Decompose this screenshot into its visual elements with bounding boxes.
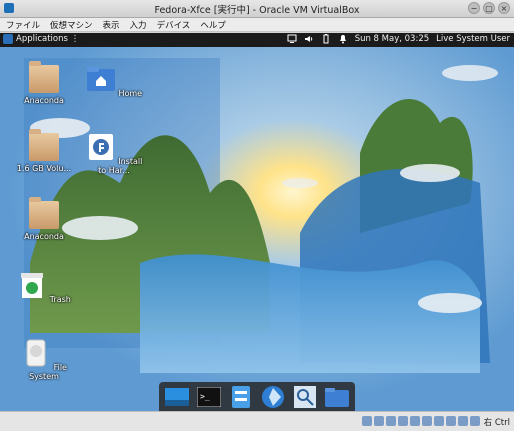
desktop-icon-anaconda-2[interactable]: Anaconda [13, 197, 75, 241]
desktop-icon-label: Anaconda [24, 96, 64, 105]
close-button[interactable]: × [498, 2, 510, 14]
system-tray: Sun 8 May, 03:25 Live System User [287, 34, 510, 44]
recording-indicator-icon[interactable] [446, 416, 456, 426]
guest-display[interactable]: Applications ⋮ Sun 8 May, 03:25 Live Sys… [0, 33, 514, 411]
web-browser-icon [262, 386, 284, 408]
panel-clock[interactable]: Sun 8 May, 03:25 [355, 34, 429, 44]
fedora-install-icon [88, 134, 113, 160]
applications-label: Applications ⋮ [16, 34, 80, 44]
trash-icon [21, 273, 44, 298]
maximize-button[interactable]: ▢ [483, 2, 495, 14]
home-folder-icon [86, 67, 115, 91]
file-manager-button[interactable] [227, 385, 255, 409]
desktop-wallpaper [0, 33, 514, 411]
desktop-icon-filesystem[interactable]: File System [13, 339, 75, 381]
show-desktop-icon [165, 388, 189, 406]
menu-help[interactable]: ヘルプ [200, 19, 226, 31]
network-indicator-icon[interactable] [398, 416, 408, 426]
svg-text:>_: >_ [200, 392, 210, 401]
xfce-dock: >_ [159, 382, 355, 411]
panel-user[interactable]: Live System User [436, 34, 510, 44]
desktop-icon-anaconda-1[interactable]: Anaconda [13, 61, 75, 105]
drive-folder-icon [29, 197, 59, 229]
file-manager-icon [232, 386, 250, 408]
device-indicators [362, 416, 480, 426]
desktop-icon-install[interactable]: Install to Har... [83, 133, 145, 175]
app-finder-icon [294, 386, 316, 408]
menu-view[interactable]: 表示 [103, 19, 120, 31]
app-finder-button[interactable] [291, 385, 319, 409]
minimize-button[interactable]: − [468, 2, 480, 14]
home-folder-button[interactable] [323, 385, 351, 409]
menu-machine[interactable]: 仮想マシン [50, 19, 93, 31]
network-icon[interactable] [287, 34, 297, 44]
applications-menu[interactable]: Applications ⋮ [3, 34, 79, 44]
window-title: Fedora-Xfce [実行中] - Oracle VM VirtualBox [154, 5, 360, 16]
xfce-logo-icon [3, 34, 13, 44]
desktop-icon-label: Home [118, 89, 143, 98]
shared-folders-indicator-icon[interactable] [422, 416, 432, 426]
drive-folder-icon [29, 61, 59, 93]
battery-icon[interactable] [321, 34, 331, 44]
desktop-icon-label: Trash [49, 295, 71, 304]
menu-file[interactable]: ファイル [6, 19, 40, 31]
keyboard-indicator-icon[interactable] [470, 416, 480, 426]
notification-bell-icon[interactable] [338, 34, 348, 44]
menu-devices[interactable]: デバイス [157, 19, 191, 31]
vbox-menubar: ファイル 仮想マシン 表示 入力 デバイス ヘルプ [0, 18, 514, 32]
optical-drive-indicator-icon[interactable] [374, 416, 384, 426]
drive-folder-icon [29, 129, 59, 161]
desktop-icon-volume[interactable]: 1.6 GB Volu... [13, 129, 75, 173]
desktop-icon-trash[interactable]: Trash [13, 271, 75, 304]
vbox-statusbar: 右 Ctrl [0, 411, 514, 431]
desktop-icon-home[interactable]: Home [83, 65, 145, 98]
audio-indicator-icon[interactable] [386, 416, 396, 426]
desktop-icon-label: 1.6 GB Volu... [16, 164, 72, 173]
display-indicator-icon[interactable] [434, 416, 444, 426]
menu-input[interactable]: 入力 [130, 19, 147, 31]
web-browser-button[interactable] [259, 385, 287, 409]
xfce-top-panel: Applications ⋮ Sun 8 May, 03:25 Live Sys… [0, 33, 514, 47]
window-controls: − ▢ × [468, 2, 510, 14]
vbox-titlebar[interactable]: Fedora-Xfce [実行中] - Oracle VM VirtualBox… [0, 0, 514, 18]
host-key-label: 右 Ctrl [483, 418, 510, 428]
terminal-icon: >_ [197, 387, 221, 407]
terminal-button[interactable]: >_ [195, 385, 223, 409]
home-folder-icon [325, 388, 349, 407]
hard-disk-indicator-icon[interactable] [362, 416, 372, 426]
desktop-icon-label: Anaconda [24, 232, 64, 241]
volume-icon[interactable] [304, 34, 314, 44]
hard-disk-icon [26, 339, 46, 367]
show-desktop-button[interactable] [163, 385, 191, 409]
mouse-integration-indicator-icon[interactable] [458, 416, 468, 426]
usb-indicator-icon[interactable] [410, 416, 420, 426]
